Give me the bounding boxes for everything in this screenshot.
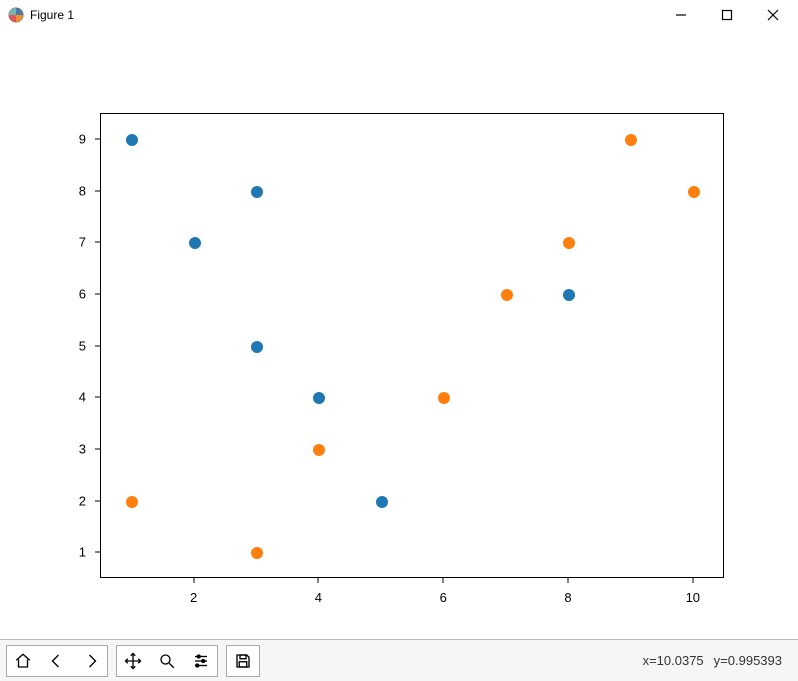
pan-button[interactable]: [117, 646, 149, 676]
scatter-point: [625, 134, 637, 146]
y-tick-label: 7: [79, 235, 86, 250]
figure-canvas[interactable]: 246810123456789: [0, 30, 798, 639]
close-button[interactable]: [750, 0, 796, 30]
plot-axes: [100, 113, 724, 578]
x-tick-label: 6: [440, 590, 447, 605]
back-button[interactable]: [41, 646, 73, 676]
scatter-point: [126, 134, 138, 146]
y-tick-label: 2: [79, 493, 86, 508]
cursor-coord-x: x=10.0375: [643, 653, 704, 668]
scatter-point: [501, 289, 513, 301]
cursor-coord-y: y=0.995393: [714, 653, 782, 668]
x-tick-label: 10: [686, 590, 700, 605]
maximize-button[interactable]: [704, 0, 750, 30]
scatter-point: [251, 186, 263, 198]
scatter-point: [251, 341, 263, 353]
minimize-button[interactable]: [658, 0, 704, 30]
scatter-point: [563, 237, 575, 249]
y-tick-label: 1: [79, 545, 86, 560]
scatter-point: [688, 186, 700, 198]
x-tick-label: 2: [190, 590, 197, 605]
x-tick-label: 4: [315, 590, 322, 605]
y-tick-label: 3: [79, 441, 86, 456]
x-tick-label: 8: [564, 590, 571, 605]
window-title-bar: Figure 1: [0, 0, 798, 30]
y-tick-label: 8: [79, 183, 86, 198]
forward-button[interactable]: [75, 646, 107, 676]
scatter-point: [313, 392, 325, 404]
y-tick-label: 4: [79, 390, 86, 405]
app-icon: [8, 7, 24, 23]
zoom-button[interactable]: [151, 646, 183, 676]
home-button[interactable]: [7, 646, 39, 676]
y-tick-label: 6: [79, 286, 86, 301]
y-tick-label: 5: [79, 338, 86, 353]
configure-subplots-button[interactable]: [185, 646, 217, 676]
scatter-point: [189, 237, 201, 249]
y-tick-label: 9: [79, 131, 86, 146]
save-button[interactable]: [227, 646, 259, 676]
scatter-point: [438, 392, 450, 404]
scatter-point: [126, 496, 138, 508]
scatter-point: [313, 444, 325, 456]
nav-toolbar: x=10.0375 y=0.995393: [0, 639, 798, 681]
scatter-point: [376, 496, 388, 508]
window-title: Figure 1: [30, 8, 74, 22]
scatter-point: [563, 289, 575, 301]
scatter-point: [251, 547, 263, 559]
